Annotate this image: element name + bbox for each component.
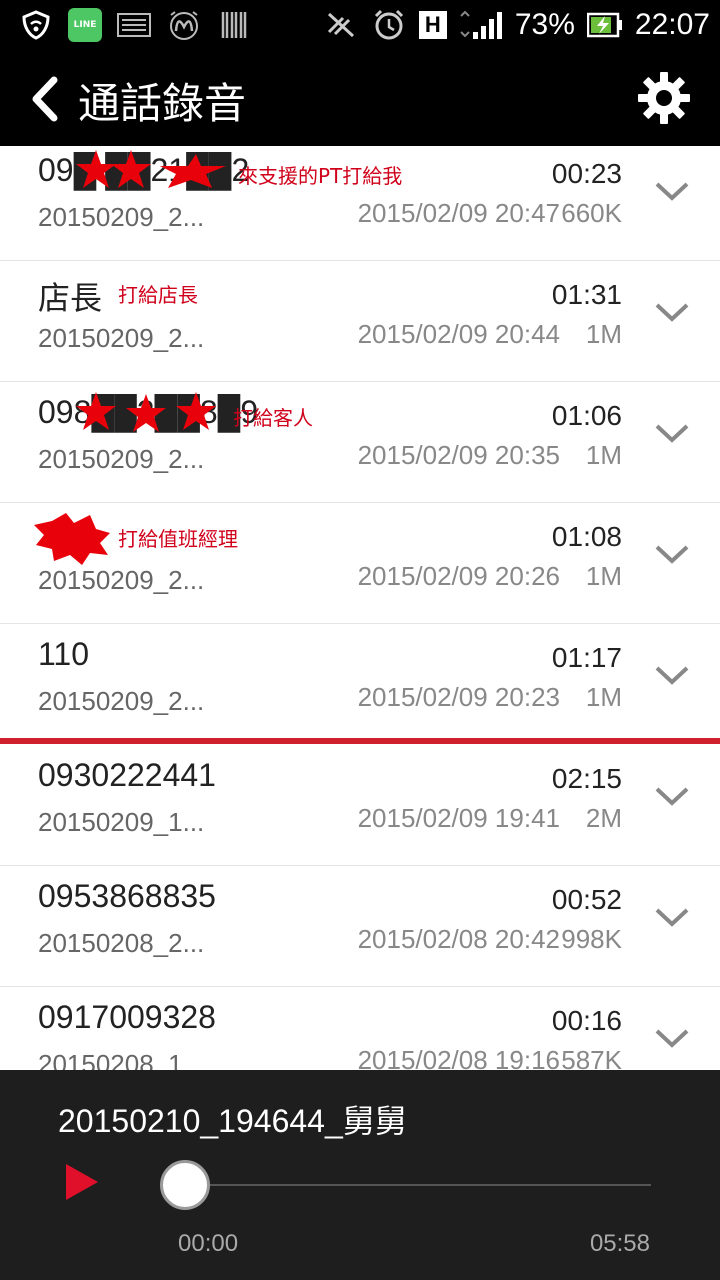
annotation-note: 來支援的PT打給我	[238, 164, 403, 188]
chevron-down-icon[interactable]	[654, 785, 690, 809]
redaction-marks	[76, 150, 226, 188]
caller-name: 0930222441	[38, 757, 216, 793]
duration: 00:16	[551, 1005, 622, 1036]
file-size: 1M	[585, 319, 622, 349]
seek-thumb[interactable]	[160, 1160, 210, 1210]
file-size: 587K	[561, 1045, 622, 1070]
recordings-list[interactable]: 09█ ██21██2 來支援的PT打給我 20150209_2... 00:2…	[0, 146, 720, 1070]
file-name: 20150209_2...	[38, 202, 205, 232]
record-date: 2015/02/09 20:26	[357, 561, 560, 591]
file-name: 20150209_2...	[38, 444, 205, 474]
redaction-marks	[76, 392, 216, 432]
annotation-note: 打給值班經理	[118, 527, 238, 551]
list-item[interactable]: 110 20150209_2... 01:17 2015/02/09 20:23…	[0, 624, 720, 745]
caller-name: 0917009328	[38, 999, 216, 1035]
file-name: 20150209_1...	[38, 807, 205, 837]
record-date: 2015/02/08 20:42	[357, 924, 560, 954]
file-name: 20150208_1...	[38, 1049, 205, 1070]
file-size: 660K	[561, 198, 622, 228]
file-name: 20150209_2...	[38, 686, 205, 716]
gear-icon[interactable]	[638, 72, 690, 124]
list-item[interactable]: 打給值班經理 20150209_2... 01:08 2015/02/09 20…	[0, 503, 720, 624]
total-time: 05:58	[589, 1230, 650, 1257]
duration: 00:52	[551, 884, 622, 915]
chevron-down-icon[interactable]	[654, 301, 690, 325]
caller-name: 110	[38, 636, 90, 672]
no-sound-icon	[323, 8, 359, 42]
annotation-note: 打給店長	[118, 283, 198, 307]
status-bar: LINE H 73% 22:07	[0, 0, 720, 50]
mcdonalds-icon	[166, 8, 202, 42]
record-date: 2015/02/08 19:16	[357, 1045, 560, 1070]
duration: 02:15	[551, 763, 622, 794]
file-size: 2M	[585, 803, 622, 833]
annotation-note: 打給客人	[233, 406, 313, 430]
chevron-down-icon[interactable]	[654, 543, 690, 567]
battery-percentage: 73%	[514, 8, 575, 41]
list-item[interactable]: 09█ ██21██2 來支援的PT打給我 20150209_2... 00:2…	[0, 146, 720, 261]
chevron-down-icon[interactable]	[654, 180, 690, 204]
seek-track[interactable]	[185, 1184, 651, 1186]
now-playing-title: 20150210_194644_舅舅	[58, 1103, 407, 1139]
barcode-icon	[216, 8, 252, 42]
chevron-down-icon[interactable]	[654, 1027, 690, 1051]
chevron-down-icon[interactable]	[654, 906, 690, 930]
file-size: 998K	[561, 924, 622, 954]
record-date: 2015/02/09 20:35	[357, 440, 560, 470]
file-name: 20150209_2...	[38, 565, 205, 595]
list-item[interactable]: 098██2██8█9 打給客人 20150209_2... 01:06 201…	[0, 382, 720, 503]
file-size: 1M	[585, 561, 622, 591]
list-item[interactable]: 0917009328 20150208_1... 00:16 2015/02/0…	[0, 987, 720, 1070]
redaction-marks	[34, 513, 110, 565]
file-size: 1M	[585, 682, 622, 712]
duration: 01:06	[551, 400, 622, 431]
file-name: 20150208_2...	[38, 928, 205, 958]
chevron-down-icon[interactable]	[654, 422, 690, 446]
record-date: 2015/02/09 20:47	[357, 198, 560, 228]
record-date: 2015/02/09 19:41	[357, 803, 560, 833]
caller-name: 0953868835	[38, 878, 216, 914]
list-item[interactable]: 店長 打給店長 20150209_2... 01:31 2015/02/09 2…	[0, 261, 720, 382]
file-size: 1M	[585, 440, 622, 470]
duration: 01:31	[551, 279, 622, 310]
chevron-left-icon[interactable]	[26, 76, 66, 122]
file-name: 20150209_2...	[38, 323, 205, 353]
shield-icon	[18, 8, 54, 42]
clock: 22:07	[634, 8, 710, 41]
signal-icon	[459, 8, 503, 42]
audio-player: 20150210_194644_舅舅 00:00 05:58	[0, 1070, 720, 1280]
play-icon[interactable]	[64, 1162, 100, 1202]
h-network-icon: H	[418, 11, 447, 39]
alarm-icon	[371, 8, 407, 42]
keyboard-icon	[116, 8, 152, 42]
duration: 01:08	[551, 521, 622, 552]
chevron-down-icon[interactable]	[654, 664, 690, 688]
record-date: 2015/02/09 20:23	[357, 682, 560, 712]
caller-name: 店長	[38, 280, 103, 316]
list-item[interactable]: 0930222441 20150209_1... 02:15 2015/02/0…	[0, 745, 720, 866]
page-title: 通話錄音	[78, 79, 247, 128]
battery-charging-icon	[586, 8, 623, 42]
section-divider	[0, 738, 720, 744]
action-bar: 通話錄音	[0, 50, 720, 146]
current-time: 00:00	[178, 1230, 239, 1257]
list-item[interactable]: 0953868835 20150208_2... 00:52 2015/02/0…	[0, 866, 720, 987]
duration: 00:23	[551, 158, 622, 189]
record-date: 2015/02/09 20:44	[357, 319, 560, 349]
duration: 01:17	[551, 642, 622, 673]
line-app-icon: LINE	[68, 8, 102, 42]
